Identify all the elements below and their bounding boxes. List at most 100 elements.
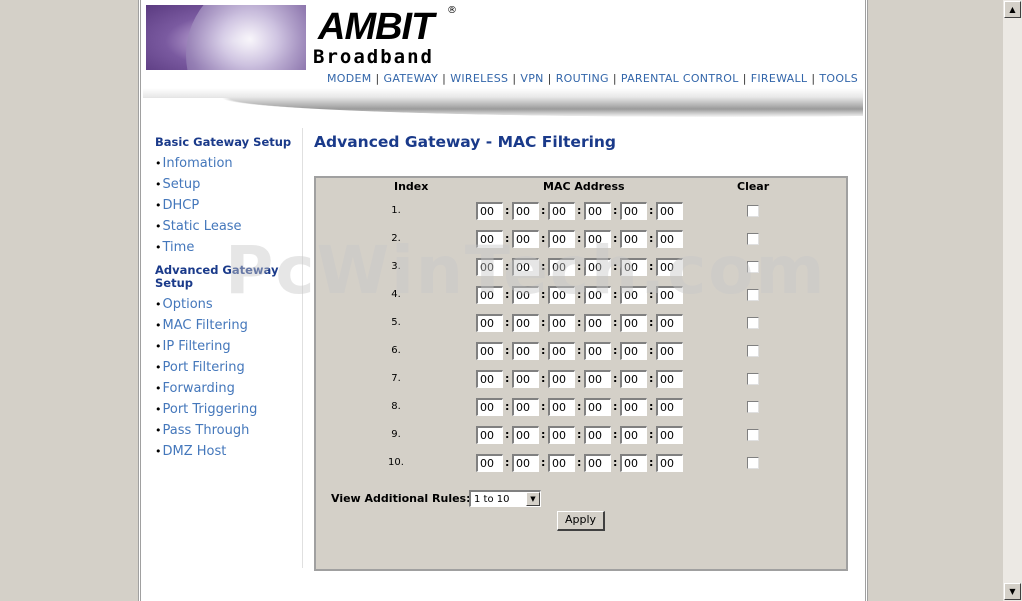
apply-button[interactable]: Apply — [557, 511, 605, 531]
mac-octet-input[interactable]: 00 — [512, 454, 539, 472]
nav-vpn[interactable]: VPN — [520, 72, 543, 85]
mac-octet-input[interactable]: 00 — [620, 202, 647, 220]
mac-octet-input[interactable]: 00 — [476, 342, 503, 360]
sidebar-item-setup[interactable]: •Setup — [155, 174, 300, 195]
mac-octet-input[interactable]: 00 — [656, 286, 683, 304]
view-rules-select[interactable]: 1 to 10 ▼ — [469, 490, 541, 507]
mac-octet-input[interactable]: 00 — [512, 230, 539, 248]
mac-octet-input[interactable]: 00 — [512, 314, 539, 332]
mac-octet-input[interactable]: 00 — [512, 370, 539, 388]
mac-octet-input[interactable]: 00 — [476, 230, 503, 248]
mac-octet-input[interactable]: 00 — [548, 202, 575, 220]
sidebar-item-dhcp[interactable]: •DHCP — [155, 195, 300, 216]
sidebar-item-port-filtering[interactable]: •Port Filtering — [155, 357, 300, 378]
sidebar-item-pass-through[interactable]: •Pass Through — [155, 420, 300, 441]
sidebar-item-infomation[interactable]: •Infomation — [155, 153, 300, 174]
mac-octet-input[interactable]: 00 — [620, 258, 647, 276]
mac-separator: : — [613, 204, 618, 217]
mac-octet-input[interactable]: 00 — [584, 426, 611, 444]
mac-octet-input[interactable]: 00 — [620, 454, 647, 472]
nav-wireless[interactable]: WIRELESS — [450, 72, 508, 85]
sidebar-item-static-lease[interactable]: •Static Lease — [155, 216, 300, 237]
mac-octet-input[interactable]: 00 — [620, 342, 647, 360]
registered-mark: ® — [447, 5, 457, 16]
chevron-down-icon[interactable]: ▼ — [526, 492, 540, 506]
clear-checkbox[interactable] — [747, 345, 759, 357]
mac-separator: : — [613, 232, 618, 245]
mac-octet-input[interactable]: 00 — [548, 286, 575, 304]
clear-checkbox[interactable] — [747, 401, 759, 413]
sidebar-item-ip-filtering[interactable]: •IP Filtering — [155, 336, 300, 357]
mac-octet-input[interactable]: 00 — [512, 398, 539, 416]
mac-octet-input[interactable]: 00 — [584, 398, 611, 416]
clear-checkbox[interactable] — [747, 261, 759, 273]
nav-modem[interactable]: MODEM — [327, 72, 372, 85]
mac-octet-input[interactable]: 00 — [584, 258, 611, 276]
clear-checkbox[interactable] — [747, 317, 759, 329]
mac-octet-input[interactable]: 00 — [584, 230, 611, 248]
mac-octet-input[interactable]: 00 — [512, 286, 539, 304]
mac-octet-input[interactable]: 00 — [620, 398, 647, 416]
mac-octet-input[interactable]: 00 — [656, 398, 683, 416]
nav-tools[interactable]: TOOLS — [819, 72, 858, 85]
sidebar-item-options[interactable]: •Options — [155, 294, 300, 315]
mac-octet-input[interactable]: 00 — [548, 370, 575, 388]
mac-octet-input[interactable]: 00 — [512, 202, 539, 220]
mac-octet-input[interactable]: 00 — [476, 370, 503, 388]
mac-octet-input[interactable]: 00 — [512, 426, 539, 444]
mac-octet-input[interactable]: 00 — [620, 314, 647, 332]
clear-checkbox[interactable] — [747, 457, 759, 469]
mac-octet-input[interactable]: 00 — [548, 230, 575, 248]
nav-routing[interactable]: ROUTING — [556, 72, 609, 85]
vertical-scrollbar[interactable] — [1003, 0, 1022, 601]
mac-octet-input[interactable]: 00 — [584, 314, 611, 332]
mac-octet-input[interactable]: 00 — [548, 258, 575, 276]
mac-octet-input[interactable]: 00 — [584, 370, 611, 388]
mac-octet-input[interactable]: 00 — [476, 202, 503, 220]
mac-octet-input[interactable]: 00 — [476, 426, 503, 444]
mac-octet-input[interactable]: 00 — [476, 258, 503, 276]
mac-octet-input[interactable]: 00 — [548, 454, 575, 472]
sidebar-item-mac-filtering[interactable]: •MAC Filtering — [155, 315, 300, 336]
mac-octet-input[interactable]: 00 — [512, 342, 539, 360]
mac-octet-input[interactable]: 00 — [656, 230, 683, 248]
mac-octet-input[interactable]: 00 — [476, 398, 503, 416]
mac-octet-input[interactable]: 00 — [656, 342, 683, 360]
mac-octet-input[interactable]: 00 — [620, 426, 647, 444]
nav-gateway[interactable]: GATEWAY — [384, 72, 439, 85]
mac-octet-input[interactable]: 00 — [656, 202, 683, 220]
mac-octet-input[interactable]: 00 — [584, 202, 611, 220]
mac-octet-input[interactable]: 00 — [548, 342, 575, 360]
scroll-down-icon[interactable]: ▼ — [1004, 583, 1021, 600]
mac-octet-input[interactable]: 00 — [476, 314, 503, 332]
scroll-up-icon[interactable]: ▲ — [1004, 1, 1021, 18]
mac-octet-input[interactable]: 00 — [620, 370, 647, 388]
mac-octet-input[interactable]: 00 — [476, 454, 503, 472]
mac-octet-input[interactable]: 00 — [548, 314, 575, 332]
nav-parental-control[interactable]: PARENTAL CONTROL — [621, 72, 739, 85]
clear-checkbox[interactable] — [747, 205, 759, 217]
mac-octet-input[interactable]: 00 — [584, 286, 611, 304]
mac-octet-input[interactable]: 00 — [620, 286, 647, 304]
mac-octet-input[interactable]: 00 — [584, 454, 611, 472]
sidebar-item-time[interactable]: •Time — [155, 237, 300, 258]
mac-octet-input[interactable]: 00 — [656, 314, 683, 332]
mac-octet-input[interactable]: 00 — [656, 454, 683, 472]
nav-firewall[interactable]: FIREWALL — [751, 72, 808, 85]
clear-checkbox[interactable] — [747, 429, 759, 441]
mac-octet-input[interactable]: 00 — [584, 342, 611, 360]
mac-octet-input[interactable]: 00 — [620, 230, 647, 248]
mac-octet-input[interactable]: 00 — [548, 398, 575, 416]
clear-checkbox[interactable] — [747, 233, 759, 245]
sidebar-item-forwarding[interactable]: •Forwarding — [155, 378, 300, 399]
mac-octet-input[interactable]: 00 — [512, 258, 539, 276]
sidebar-item-dmz-host[interactable]: •DMZ Host — [155, 441, 300, 462]
mac-octet-input[interactable]: 00 — [548, 426, 575, 444]
mac-octet-input[interactable]: 00 — [656, 258, 683, 276]
sidebar-item-port-triggering[interactable]: •Port Triggering — [155, 399, 300, 420]
mac-octet-input[interactable]: 00 — [476, 286, 503, 304]
clear-checkbox[interactable] — [747, 373, 759, 385]
mac-octet-input[interactable]: 00 — [656, 370, 683, 388]
clear-checkbox[interactable] — [747, 289, 759, 301]
mac-octet-input[interactable]: 00 — [656, 426, 683, 444]
